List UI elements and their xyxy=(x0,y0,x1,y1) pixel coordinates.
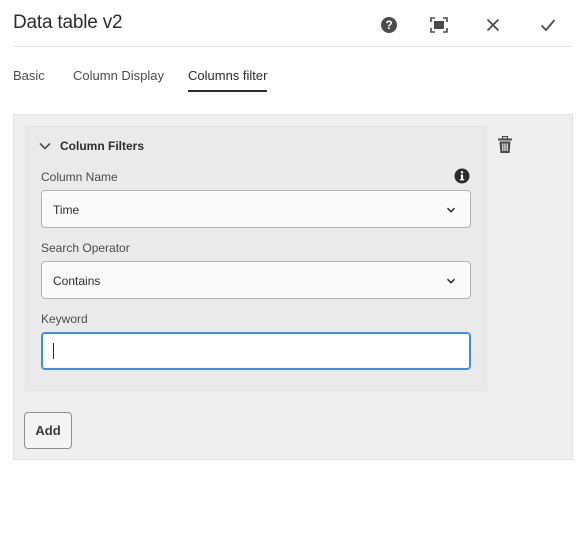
dialog-header: Data table v2 ? xyxy=(0,0,586,48)
done-button[interactable] xyxy=(536,13,560,37)
keyword-input[interactable] xyxy=(42,333,470,369)
card-title: Column Filters xyxy=(60,139,145,153)
column-name-select[interactable]: Time xyxy=(41,190,471,228)
tab-columns-filter[interactable]: Columns filter xyxy=(188,68,268,92)
search-operator-value: Contains xyxy=(53,274,101,288)
column-name-value: Time xyxy=(53,203,80,217)
search-operator-label: Search Operator xyxy=(41,241,130,255)
column-name-label: Column Name xyxy=(41,170,118,184)
keyword-label: Keyword xyxy=(41,312,88,326)
columns-filter-panel: Column Filters Column Name Time Search O… xyxy=(13,114,573,460)
keyword-field[interactable] xyxy=(41,332,471,370)
header-divider xyxy=(13,46,573,47)
text-cursor xyxy=(53,343,54,359)
dialog-title: Data table v2 xyxy=(13,12,123,33)
search-operator-select[interactable]: Contains xyxy=(41,261,471,299)
column-filter-card: Column Filters Column Name Time Search O… xyxy=(25,126,487,391)
chevron-down-icon xyxy=(39,142,51,150)
checkmark-icon xyxy=(540,19,556,32)
chevron-down-icon xyxy=(446,278,456,284)
help-icon: ? xyxy=(381,17,397,33)
fullscreen-icon xyxy=(430,17,448,33)
fullscreen-button[interactable] xyxy=(427,13,451,37)
help-button[interactable]: ? xyxy=(377,13,401,37)
chevron-down-icon xyxy=(446,207,456,213)
column-filters-toggle[interactable]: Column Filters xyxy=(38,137,144,155)
trash-icon xyxy=(498,136,512,153)
close-button[interactable] xyxy=(481,13,505,37)
dialog: Data table v2 ? Basic Column Display Col… xyxy=(0,0,586,557)
tab-basic[interactable]: Basic xyxy=(13,68,45,92)
add-filter-button[interactable]: Add xyxy=(24,412,72,449)
close-icon xyxy=(486,18,500,32)
delete-filter-button[interactable] xyxy=(495,134,515,156)
svg-text:?: ? xyxy=(385,18,392,32)
tab-column-display[interactable]: Column Display xyxy=(73,68,164,92)
info-icon[interactable] xyxy=(454,168,470,184)
